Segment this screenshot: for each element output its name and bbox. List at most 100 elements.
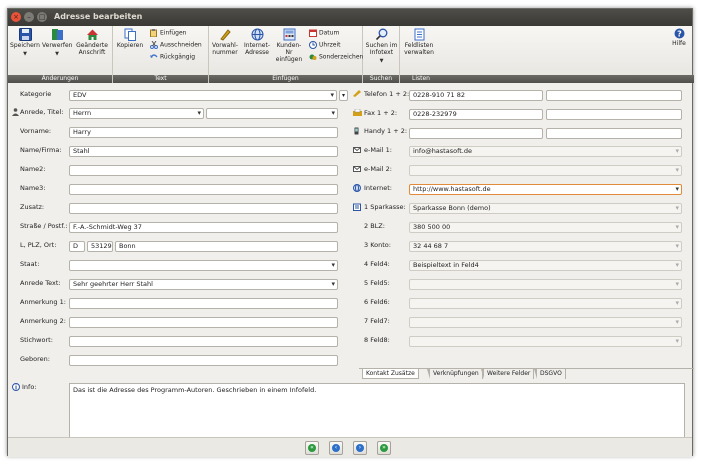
close-window-button[interactable]: × (11, 12, 21, 22)
last-record-button[interactable]: » (377, 441, 391, 455)
kategorie-select[interactable]: EDV (69, 90, 337, 101)
name3-label: Name3: (20, 184, 46, 192)
group-label-text: Text (113, 75, 208, 83)
internet-select[interactable]: http://www.hastasoft.de (409, 184, 682, 195)
anmerkung1-input[interactable] (69, 298, 338, 309)
datum-button[interactable]: Datum (309, 29, 339, 37)
minimize-window-button[interactable]: – (24, 12, 34, 22)
tab-kontakt-zusaetze[interactable]: Kontakt Zusätze (362, 369, 419, 379)
sparkasse-select[interactable]: Sparkasse Bonn (demo) (409, 203, 682, 214)
konto-label: 3 Konto: (364, 241, 391, 249)
email-icon (353, 147, 361, 153)
konto-select[interactable]: 32 44 68 7 (409, 241, 682, 252)
blz-select[interactable]: 380 500 00 (409, 222, 682, 233)
vorwahl-label-2: nummer (212, 49, 238, 56)
uhrzeit-button[interactable]: Uhrzeit (309, 41, 341, 49)
vorname-input[interactable]: Harry (69, 127, 338, 138)
house-icon (86, 29, 98, 40)
speichern-button[interactable]: Speichern ▼ (10, 28, 40, 58)
ort-input[interactable]: Bonn (115, 241, 338, 252)
telefon2-input[interactable] (546, 90, 682, 101)
einfuegen-text-button[interactable]: Einfügen (150, 29, 186, 37)
anmerkung2-input[interactable] (69, 317, 338, 328)
sonderzeichen-button[interactable]: Sonderzeichen (309, 53, 363, 61)
discard-icon (51, 29, 63, 40)
vorwahlnummer-button[interactable]: Vorwahl- nummer (210, 28, 240, 56)
plz-input[interactable]: 53129 (87, 241, 113, 252)
feld4-select[interactable]: Beispieltext in Feld4 (409, 260, 682, 271)
uhrzeit-label: Uhrzeit (319, 41, 341, 49)
list-icon (414, 28, 424, 41)
suchen-dropdown-icon[interactable]: ▼ (364, 58, 399, 65)
info-icon: i (12, 383, 20, 391)
feld6-select[interactable] (409, 298, 682, 309)
email1-select[interactable]: info@hastasoft.de (409, 146, 682, 157)
internet-label-1: Internet- (244, 42, 270, 49)
feld7-label: 7 Feld7: (364, 317, 390, 325)
undo-icon (150, 54, 158, 58)
group-suchen: Suchen im Infotext ▼ Suchen (363, 26, 400, 83)
verwerfen-button[interactable]: Verwerfen ▼ (42, 28, 72, 58)
handy1-input[interactable] (409, 128, 543, 139)
geaenderte-anschrift-button[interactable]: Geänderte Anschrift (74, 28, 110, 56)
scissors-icon (150, 41, 158, 49)
land-input[interactable]: D (69, 241, 85, 252)
kategorie-dropdown-button[interactable]: ▾ (339, 90, 348, 101)
kunden-nr-einfuegen-button[interactable]: Kunden-Nr einfügen (274, 28, 304, 63)
tab-dsgvo[interactable]: DSGVO (534, 369, 566, 379)
fax1-input[interactable]: 0228-232979 (409, 109, 543, 120)
verwerfen-label: Verwerfen (42, 42, 73, 49)
phone-icon (219, 29, 231, 41)
hilfe-button[interactable]: ? Hilfe (668, 28, 690, 47)
kopieren-button[interactable]: Kopieren (116, 28, 144, 49)
calculator-icon (283, 28, 295, 41)
info-textarea[interactable]: Das ist die Adresse des Programm-Autoren… (69, 383, 685, 439)
maximize-window-button[interactable]: □ (37, 12, 47, 22)
feld8-select[interactable] (409, 336, 682, 347)
ausschneiden-button[interactable]: Ausschneiden (150, 41, 202, 49)
zusatz-input[interactable] (69, 203, 338, 214)
bottom-navigation: « ‹ › » (8, 437, 692, 457)
name-firma-input[interactable]: Stahl (69, 146, 338, 157)
speichern-label: Speichern (10, 42, 40, 49)
group-aenderungen: Speichern ▼ Verwerfen ▼ Geänderte Anschr… (8, 26, 113, 83)
telefon1-input[interactable]: 0228-910 71 82 (409, 90, 543, 101)
tab-verknuepfungen[interactable]: Verknüpfungen (427, 369, 483, 379)
anrede-text-select[interactable]: Sehr geehrter Herr Stahl (69, 279, 338, 290)
next-record-button[interactable]: › (353, 441, 367, 455)
anrede-select[interactable]: Herrn (69, 108, 204, 119)
geboren-input[interactable] (69, 355, 338, 366)
name3-input[interactable] (69, 184, 338, 195)
group-text: Kopieren Einfügen Ausschneiden Rückgängi… (113, 26, 209, 83)
name2-input[interactable] (69, 165, 338, 176)
sonderzeichen-label: Sonderzeichen (319, 53, 364, 61)
first-record-button[interactable]: « (305, 441, 319, 455)
anmerkung2-label: Anmerkung 2: (20, 317, 66, 325)
email2-select[interactable] (409, 165, 682, 176)
speichern-dropdown-icon[interactable]: ▼ (10, 51, 40, 58)
previous-record-button[interactable]: ‹ (329, 441, 343, 455)
telefon-label: Telefon 1 + 2: (364, 90, 410, 98)
internet-globe-icon (353, 184, 361, 192)
feld7-select[interactable] (409, 317, 682, 328)
paste-icon (150, 29, 157, 37)
tab-weitere-felder[interactable]: Weitere Felder (480, 369, 535, 379)
feldlisten-label-2: verwalten (404, 49, 434, 56)
stichwort-input[interactable] (69, 336, 338, 347)
staat-select[interactable] (69, 260, 338, 271)
strasse-input[interactable]: F.-A.-Schmidt-Weg 37 (69, 222, 338, 233)
rueckgaengig-button[interactable]: Rückgängig (150, 53, 195, 61)
internet-adresse-button[interactable]: Internet- Adresse (242, 28, 272, 56)
blz-label: 2 BLZ: (364, 222, 385, 230)
titel-select[interactable] (206, 108, 338, 119)
suchen-im-infotext-button[interactable]: Suchen im Infotext ▼ (364, 28, 399, 65)
handy2-input[interactable] (546, 128, 682, 139)
feld5-label: 5 Feld5: (364, 279, 390, 287)
verwerfen-dropdown-icon[interactable]: ▼ (42, 51, 72, 58)
fax2-input[interactable] (546, 109, 682, 120)
strasse-label: Straße / Postf.: (20, 222, 68, 230)
mobile-icon (354, 127, 359, 135)
feld5-select[interactable] (409, 279, 682, 290)
feldlisten-verwalten-button[interactable]: Feldlisten verwalten (402, 28, 436, 56)
email1-label: e-Mail 1: (364, 146, 392, 154)
